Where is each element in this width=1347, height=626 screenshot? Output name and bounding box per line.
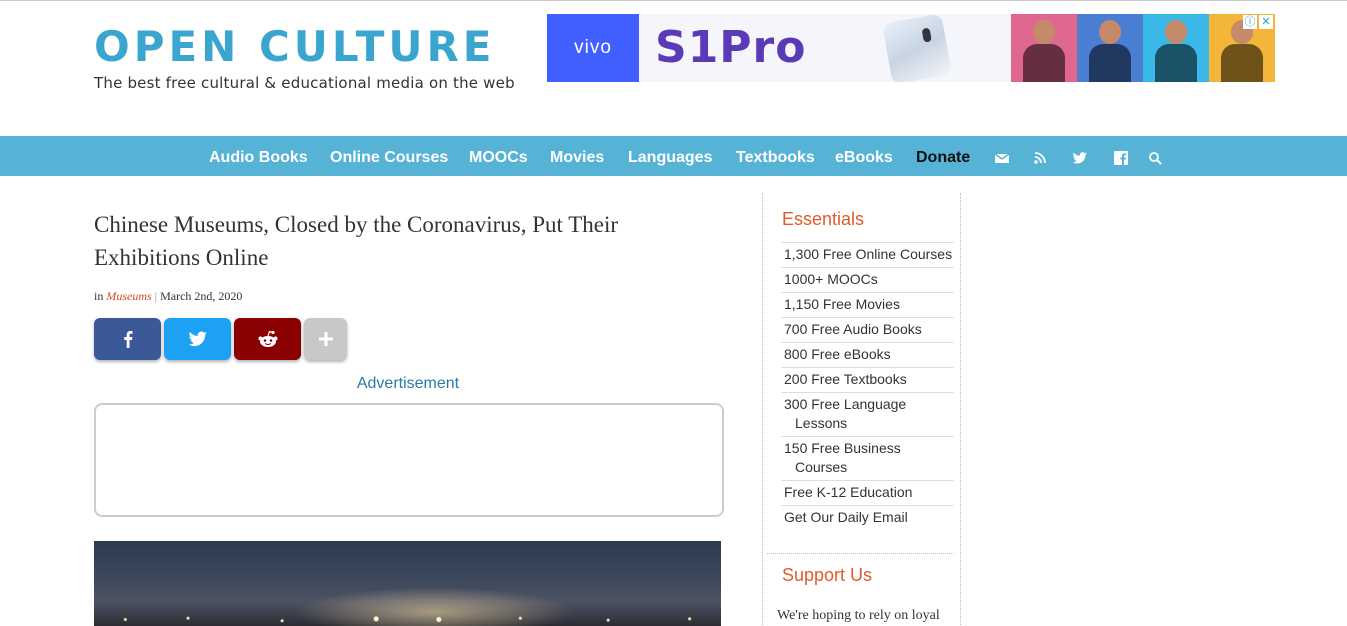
ad-phone-image[interactable]	[882, 14, 952, 82]
ad-info-icon[interactable]: ⓘ	[1243, 15, 1257, 29]
essentials-item[interactable]: 800 Free eBooks	[781, 342, 954, 367]
essentials-item[interactable]: 1,150 Free Movies	[781, 292, 954, 317]
image-city-lights	[94, 613, 721, 626]
ad-brand[interactable]: vivo	[547, 14, 639, 82]
essentials-item-label[interactable]: 1000+ MOOCs	[784, 270, 954, 289]
share-more-button[interactable]	[304, 318, 347, 360]
essentials-item-label[interactable]: 800 Free eBooks	[784, 345, 954, 364]
nav-donate[interactable]: Donate	[916, 136, 970, 176]
essentials-item-label[interactable]: 1,300 Free Online Courses	[784, 245, 954, 264]
essentials-item[interactable]: 300 Free Language Lessons	[781, 392, 954, 436]
share-twitter-button[interactable]	[164, 318, 231, 360]
essentials-item[interactable]: 1,300 Free Online Courses	[781, 242, 954, 267]
nav-moocs[interactable]: MOOCs	[469, 136, 528, 176]
essentials-item-label[interactable]: 150 Free Business Courses	[784, 439, 954, 477]
share-reddit-button[interactable]	[234, 318, 301, 360]
essentials-item[interactable]: 150 Free Business Courses	[781, 436, 954, 480]
nav-ebooks[interactable]: eBooks	[835, 136, 893, 176]
essentials-item[interactable]: 200 Free Textbooks	[781, 367, 954, 392]
support-text: We're hoping to rely on loyal	[777, 608, 940, 623]
nav-online-courses[interactable]: Online Courses	[330, 136, 448, 176]
advertisement-label: Advertisement	[356, 375, 460, 392]
category-link[interactable]: Museums	[106, 289, 151, 303]
ad-person-image[interactable]	[1011, 14, 1077, 82]
sidebar-divider	[767, 553, 954, 554]
essentials-list: 1,300 Free Online Courses 1000+ MOOCs 1,…	[781, 242, 954, 530]
search-icon[interactable]	[1148, 151, 1164, 165]
meta-prefix: in	[94, 289, 104, 303]
essentials-item-label[interactable]: Get Our Daily Email	[784, 508, 954, 527]
article-date: March 2nd, 2020	[160, 289, 243, 303]
essentials-item-label[interactable]: 1,150 Free Movies	[784, 295, 954, 314]
facebook-icon	[123, 331, 132, 348]
ad-close-icon[interactable]: ✕	[1259, 15, 1273, 29]
share-facebook-button[interactable]	[94, 318, 161, 360]
nav-movies[interactable]: Movies	[550, 136, 604, 176]
ad-product-name[interactable]: S1Pro	[655, 24, 806, 72]
ad-person-image[interactable]	[1143, 14, 1209, 82]
essentials-item[interactable]: 700 Free Audio Books	[781, 317, 954, 342]
logo-tagline: The best free cultural & educational med…	[94, 74, 515, 92]
plus-icon	[318, 332, 333, 346]
advertisement-slot[interactable]	[94, 403, 724, 517]
essentials-item-label[interactable]: 200 Free Textbooks	[784, 370, 954, 389]
ad-people-images[interactable]	[1011, 14, 1275, 82]
rss-icon[interactable]	[1033, 151, 1049, 165]
essentials-item-label[interactable]: 700 Free Audio Books	[784, 320, 954, 339]
nav-textbooks[interactable]: Textbooks	[736, 136, 815, 176]
ad-person-image[interactable]	[1077, 14, 1143, 82]
mail-icon[interactable]	[994, 151, 1010, 165]
nav-audio-books[interactable]: Audio Books	[209, 136, 308, 176]
essentials-item[interactable]: Get Our Daily Email	[781, 505, 954, 530]
essentials-item[interactable]: Free K-12 Education	[781, 480, 954, 505]
logo-title[interactable]: OPEN CULTURE	[94, 26, 515, 68]
sidebar: Essentials 1,300 Free Online Courses 100…	[762, 193, 961, 626]
essentials-item[interactable]: 1000+ MOOCs	[781, 267, 954, 292]
main-nav: Audio Books Online Courses MOOCs Movies …	[0, 136, 1347, 176]
essentials-heading: Essentials	[782, 209, 865, 229]
article-hero-image	[94, 541, 721, 626]
twitter-icon[interactable]	[1072, 151, 1088, 165]
support-heading: Support Us	[782, 565, 873, 585]
twitter-icon	[188, 331, 207, 347]
nav-languages[interactable]: Languages	[628, 136, 712, 176]
reddit-icon	[258, 330, 277, 347]
article-title: Chinese Museums, Closed by the Coronavir…	[94, 212, 619, 270]
top-border	[0, 0, 1347, 1]
article-meta: in Museums | March 2nd, 2020	[94, 289, 242, 304]
meta-separator: |	[154, 289, 158, 303]
facebook-icon[interactable]	[1113, 151, 1129, 165]
essentials-item-label[interactable]: Free K-12 Education	[784, 483, 954, 502]
site-logo[interactable]: OPEN CULTURE The best free cultural & ed…	[94, 26, 515, 93]
ad-banner[interactable]: vivo S1Pro ⓘ ✕	[547, 14, 1275, 82]
essentials-item-label[interactable]: 300 Free Language Lessons	[784, 395, 954, 433]
ad-controls: ⓘ ✕	[1243, 15, 1273, 29]
